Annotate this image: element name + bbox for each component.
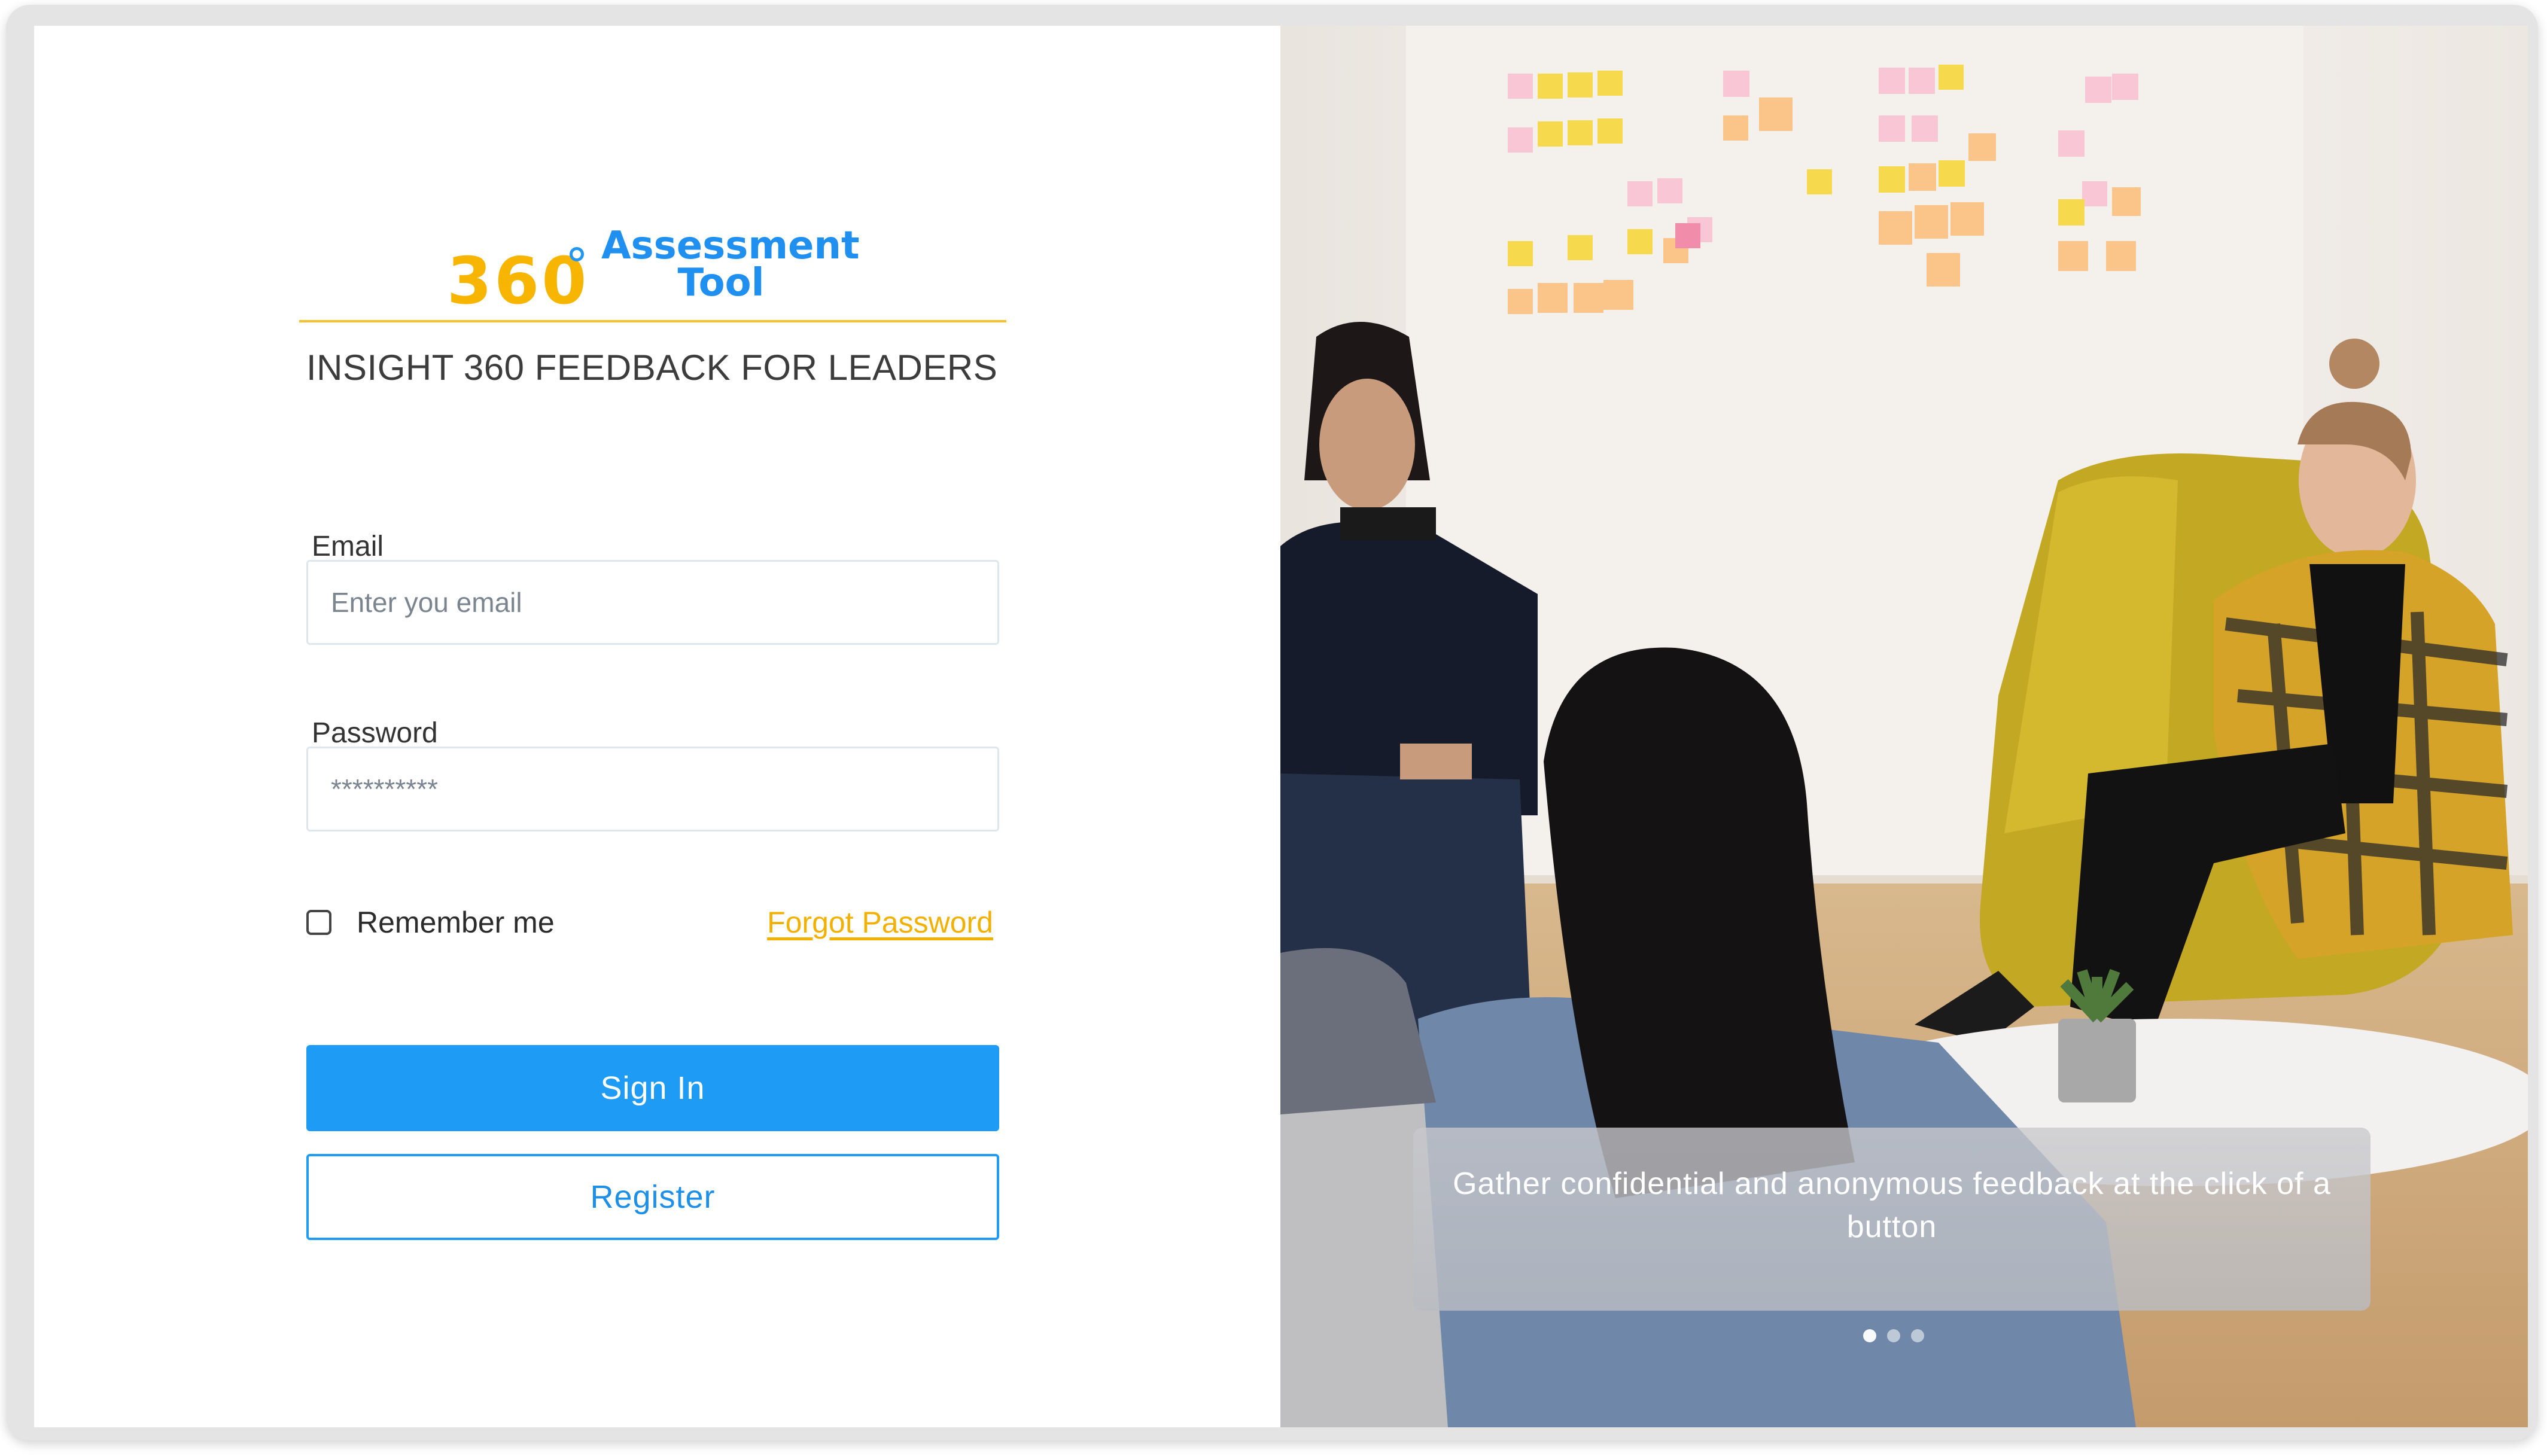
register-button[interactable]: Register <box>306 1154 999 1240</box>
logo-line-1: Assessment <box>601 224 860 268</box>
email-label: Email <box>312 531 384 562</box>
email-field-box <box>306 560 999 645</box>
password-field-box <box>306 747 999 831</box>
logo-number: 360 <box>447 244 589 319</box>
remember-checkbox[interactable] <box>306 910 331 935</box>
remember-row: Remember me Forgot Password <box>306 904 999 946</box>
carousel-dot-3[interactable] <box>1911 1329 1924 1342</box>
email-field[interactable] <box>331 562 997 643</box>
password-field[interactable] <box>331 748 997 830</box>
sign-in-button[interactable]: Sign In <box>306 1045 999 1131</box>
degree-icon <box>570 247 584 261</box>
header-divider <box>299 320 1006 322</box>
password-label: Password <box>312 717 438 749</box>
app-frame: 360 Assessment Tool INSIGHT 360 FEEDBACK… <box>6 5 2538 1440</box>
forgot-password-link[interactable]: Forgot Password <box>767 905 993 940</box>
logo-line-2: Tool <box>677 261 765 305</box>
logo-text: Assessment Tool <box>601 224 860 305</box>
carousel-dot-1[interactable] <box>1863 1329 1876 1342</box>
page-subtitle: INSIGHT 360 FEEDBACK FOR LEADERS <box>306 348 998 388</box>
app-logo: 360 Assessment Tool <box>447 220 926 328</box>
hero-photo: Gather confidential and anonymous feedba… <box>1280 26 2528 1427</box>
hero-image-panel: Gather confidential and anonymous feedba… <box>1280 26 2528 1427</box>
login-panel: 360 Assessment Tool INSIGHT 360 FEEDBACK… <box>34 26 1280 1427</box>
login-window: 360 Assessment Tool INSIGHT 360 FEEDBACK… <box>34 26 2528 1427</box>
carousel-dot-2[interactable] <box>1887 1329 1900 1342</box>
carousel-caption: Gather confidential and anonymous feedba… <box>1453 1166 2331 1244</box>
remember-label[interactable]: Remember me <box>357 905 555 940</box>
